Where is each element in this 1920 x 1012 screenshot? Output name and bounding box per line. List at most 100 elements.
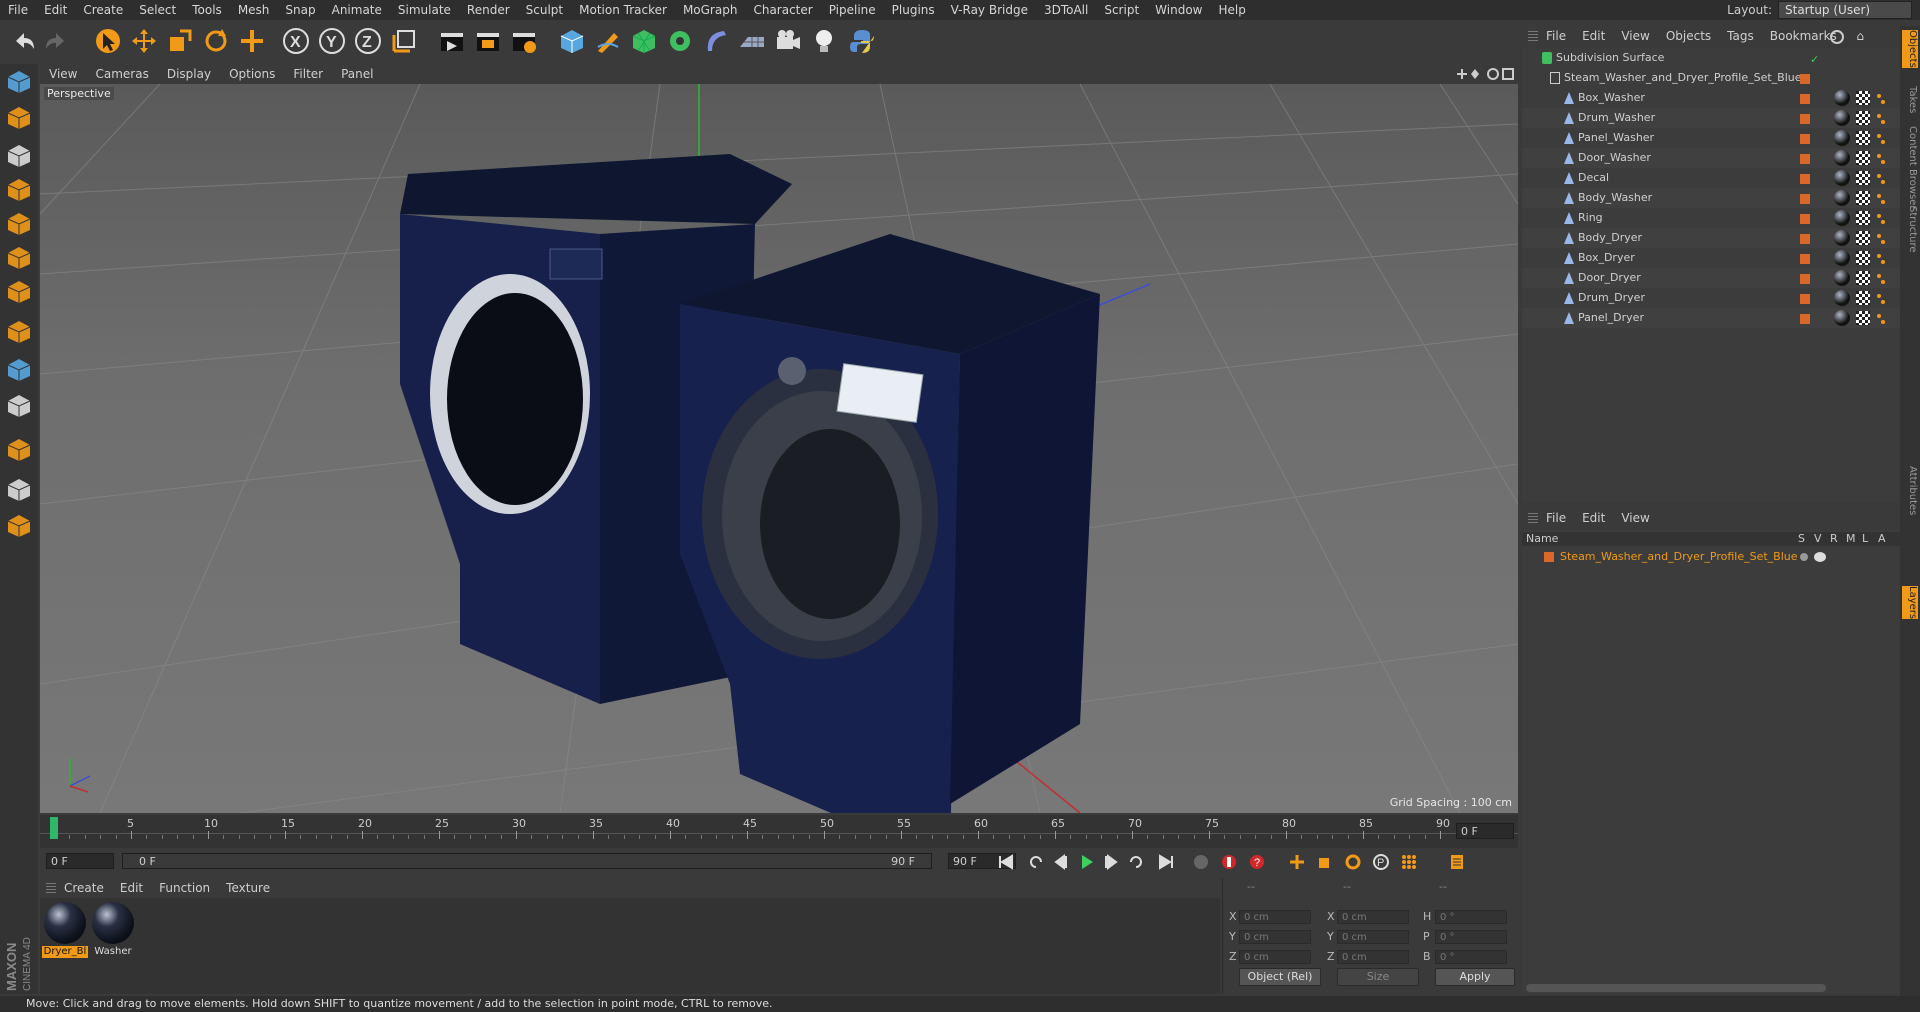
redo-icon[interactable] (40, 25, 72, 57)
floor-icon[interactable] (736, 25, 768, 57)
object-menu-objects[interactable]: Objects (1658, 29, 1719, 43)
menu-edit[interactable]: Edit (36, 0, 75, 20)
model-mode-icon[interactable] (3, 66, 35, 98)
object-search-icon[interactable] (1830, 30, 1844, 44)
menu-help[interactable]: Help (1210, 0, 1253, 20)
layer-menu-edit[interactable]: Edit (1574, 511, 1613, 525)
layer-visible-icon[interactable] (1814, 552, 1826, 562)
key-parameter-icon[interactable]: P (1370, 852, 1392, 872)
menu-3dtoall[interactable]: 3DToAll (1036, 0, 1096, 20)
visibility-check-icon[interactable]: ✓ (1810, 50, 1819, 70)
viewport-nav-icons[interactable] (1455, 66, 1515, 82)
rotate-icon[interactable] (200, 25, 232, 57)
texture-tag-icon[interactable] (1856, 291, 1870, 305)
phong-tag-icon[interactable] (1876, 172, 1886, 184)
menu-v-ray-bridge[interactable]: V-Ray Bridge (943, 0, 1036, 20)
material-swatch[interactable]: Washer (90, 902, 136, 960)
side-tab-structure[interactable]: Structure (1902, 206, 1918, 253)
object-menu-tags[interactable]: Tags (1719, 29, 1762, 43)
material-menu-create[interactable]: Create (56, 881, 112, 895)
go-to-start-icon[interactable] (995, 852, 1017, 872)
side-tab-layers[interactable]: Layers (1902, 586, 1918, 620)
coord-size-dropdown[interactable]: Size (1337, 968, 1419, 986)
viewport-menu-panel[interactable]: Panel (332, 67, 382, 81)
timeline-window-icon[interactable] (1446, 852, 1468, 872)
coord-size-field[interactable]: 0 cm (1337, 910, 1409, 924)
viewport[interactable]: Perspective Grid Spacing : 100 cm (40, 84, 1518, 813)
menu-simulate[interactable]: Simulate (390, 0, 459, 20)
python-icon[interactable] (846, 25, 878, 57)
object-menu-view[interactable]: View (1613, 29, 1657, 43)
subdivision-icon[interactable] (628, 25, 660, 57)
texture-tag-icon[interactable] (1856, 231, 1870, 245)
side-tab-takes[interactable]: Takes (1902, 86, 1918, 113)
coordinate-system-icon[interactable] (388, 25, 420, 57)
menu-create[interactable]: Create (75, 0, 131, 20)
menu-mesh[interactable]: Mesh (230, 0, 278, 20)
material-menu-texture[interactable]: Texture (218, 881, 278, 895)
material-tag-icon[interactable] (1834, 130, 1850, 146)
menu-render[interactable]: Render (459, 0, 518, 20)
object-row-child[interactable]: Box_Washer (1522, 88, 1900, 108)
camera-icon[interactable] (772, 25, 804, 57)
phong-tag-icon[interactable] (1876, 192, 1886, 204)
object-row-child[interactable]: Door_Washer (1522, 148, 1900, 168)
pen-icon[interactable] (592, 25, 624, 57)
next-key-icon[interactable] (1125, 852, 1147, 872)
layer-menu-file[interactable]: File (1538, 511, 1574, 525)
menu-snap[interactable]: Snap (277, 0, 323, 20)
side-tab-objects[interactable]: Objects (1902, 30, 1918, 68)
apply-button[interactable]: Apply (1435, 968, 1515, 986)
viewport-menu-cameras[interactable]: Cameras (86, 67, 157, 81)
coord-position-field[interactable]: 0 cm (1239, 930, 1311, 944)
select-arrow-icon[interactable] (92, 25, 124, 57)
menu-plugins[interactable]: Plugins (884, 0, 943, 20)
texture-tag-icon[interactable] (1856, 251, 1870, 265)
material-tag-icon[interactable] (1834, 270, 1850, 286)
object-menu-edit[interactable]: Edit (1574, 29, 1613, 43)
menu-select[interactable]: Select (131, 0, 184, 20)
layer-menu-view[interactable]: View (1613, 511, 1657, 525)
move-icon[interactable] (128, 25, 160, 57)
key-position-icon[interactable] (1286, 852, 1308, 872)
texture-tag-icon[interactable] (1856, 151, 1870, 165)
viewport-menu-view[interactable]: View (40, 67, 86, 81)
previous-frame-icon[interactable] (1050, 852, 1072, 872)
phong-tag-icon[interactable] (1876, 92, 1886, 104)
texture-tag-icon[interactable] (1856, 131, 1870, 145)
menu-pipeline[interactable]: Pipeline (821, 0, 884, 20)
viewport-menu-display[interactable]: Display (158, 67, 220, 81)
texture-tag-icon[interactable] (1856, 211, 1870, 225)
material-menu-edit[interactable]: Edit (112, 881, 151, 895)
key-pla-icon[interactable] (1398, 852, 1420, 872)
next-frame-icon[interactable] (1100, 852, 1122, 872)
menu-script[interactable]: Script (1096, 0, 1147, 20)
start-frame-field[interactable]: 0 F (46, 853, 114, 869)
frame-range-slider[interactable]: 0 F 90 F (122, 853, 932, 869)
undo-icon[interactable] (8, 25, 40, 57)
previous-key-icon[interactable] (1025, 852, 1047, 872)
material-tag-icon[interactable] (1834, 290, 1850, 306)
snap-icon[interactable] (3, 390, 35, 422)
play-icon[interactable] (1075, 852, 1097, 872)
axis-mode-icon[interactable] (3, 316, 35, 348)
object-row-child[interactable]: Panel_Washer (1522, 128, 1900, 148)
phong-tag-icon[interactable] (1876, 312, 1886, 324)
phong-tag-icon[interactable] (1876, 252, 1886, 264)
auto-key-icon[interactable] (1218, 852, 1240, 872)
layer-solo-icon[interactable] (1800, 553, 1808, 561)
array-icon[interactable] (664, 25, 696, 57)
light-icon[interactable] (808, 25, 840, 57)
layout-select[interactable]: Startup (User) (1778, 1, 1912, 19)
object-row-child[interactable]: Body_Dryer (1522, 228, 1900, 248)
key-rotation-icon[interactable] (1342, 852, 1364, 872)
material-menu-function[interactable]: Function (151, 881, 218, 895)
workplane-icon[interactable] (3, 174, 35, 206)
go-to-end-icon[interactable] (1155, 852, 1177, 872)
texture-mode-icon[interactable] (3, 140, 35, 172)
coord-position-field[interactable]: 0 cm (1239, 950, 1311, 964)
scale-icon[interactable] (164, 25, 196, 57)
phong-tag-icon[interactable] (1876, 112, 1886, 124)
material-tag-icon[interactable] (1834, 110, 1850, 126)
object-row-child[interactable]: Body_Washer (1522, 188, 1900, 208)
